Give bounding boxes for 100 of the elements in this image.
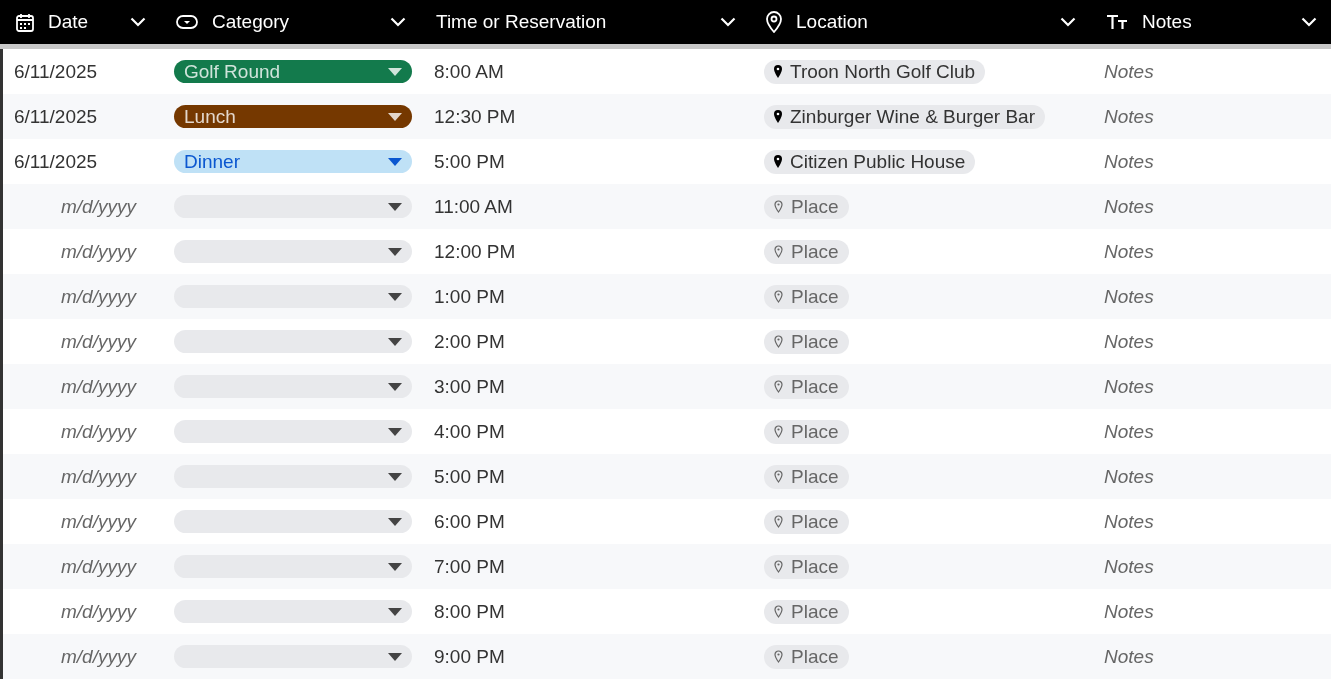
place-placeholder[interactable]: Place [764,374,849,399]
category-dropdown[interactable] [174,420,412,443]
dropdown-caret-icon [388,202,402,211]
notes-placeholder[interactable]: Notes [1104,465,1154,488]
pin-outline-icon [774,335,783,348]
chevron-down-icon[interactable] [720,17,736,27]
pin-icon [774,110,782,123]
place-placeholder[interactable]: Place [764,509,849,534]
dropdown-caret-icon [388,517,402,526]
notes-placeholder[interactable]: Notes [1104,150,1154,173]
pin-outline-icon [774,245,783,258]
column-header[interactable]: Category [212,11,376,33]
notes-placeholder[interactable]: Notes [1104,330,1154,353]
location-chip[interactable]: Troon North Golf Club [764,59,986,84]
notes-placeholder[interactable]: Notes [1104,375,1154,398]
notes-placeholder[interactable]: Notes [1104,105,1154,128]
place-placeholder[interactable]: Place [764,464,849,489]
chevron-down-icon[interactable] [1060,17,1076,27]
time-cell[interactable]: 5:00 PM [434,465,505,488]
column-header[interactable]: Time or Reservation [436,11,706,33]
calendar-icon [16,12,34,32]
category-dropdown[interactable]: Lunch [174,105,412,128]
chevron-down-icon[interactable] [390,17,406,27]
notes-placeholder[interactable]: Notes [1104,645,1154,668]
date-cell[interactable]: 6/11/2025 [14,150,98,173]
date-placeholder[interactable]: m/d/yyyy [14,285,136,308]
location-chip[interactable]: Zinburger Wine & Burger Bar [764,104,1045,129]
pin-outline-icon [774,380,783,393]
pin-outline-icon [774,650,783,663]
time-cell[interactable]: 11:00 AM [434,195,513,218]
time-cell[interactable]: 9:00 PM [434,645,505,668]
pin-outline-icon [774,425,783,438]
date-placeholder[interactable]: m/d/yyyy [14,420,136,443]
time-cell[interactable]: 1:00 PM [434,285,505,308]
category-dropdown[interactable] [174,465,412,488]
pin-icon [774,65,782,78]
date-placeholder[interactable]: m/d/yyyy [14,195,136,218]
category-dropdown[interactable] [174,600,412,623]
date-placeholder[interactable]: m/d/yyyy [14,510,136,533]
place-placeholder[interactable]: Place [764,284,849,309]
chevron-down-icon[interactable] [130,17,146,27]
category-dropdown[interactable] [174,555,412,578]
date-placeholder[interactable]: m/d/yyyy [14,375,136,398]
dropdown-caret-icon [388,607,402,616]
date-placeholder[interactable]: m/d/yyyy [14,600,136,623]
time-cell[interactable]: 5:00 PM [434,150,505,173]
category-dropdown[interactable] [174,645,412,668]
place-placeholder[interactable]: Place [764,194,849,219]
category-dropdown[interactable] [174,330,412,353]
location-chip[interactable]: Citizen Public House [764,149,976,174]
time-cell[interactable]: 8:00 PM [434,600,505,623]
time-cell[interactable]: 3:00 PM [434,375,505,398]
notes-placeholder[interactable]: Notes [1104,420,1154,443]
dropdown-caret-icon [388,337,402,346]
column-header[interactable]: Notes [1142,11,1287,33]
dropdown-caret-icon [388,157,402,166]
notes-placeholder[interactable]: Notes [1104,600,1154,623]
date-placeholder[interactable]: m/d/yyyy [14,645,136,668]
date-cell[interactable]: 6/11/2025 [14,105,98,128]
notes-placeholder[interactable]: Notes [1104,555,1154,578]
pin-outline-icon [774,290,783,303]
time-cell[interactable]: 6:00 PM [434,510,505,533]
time-cell[interactable]: 12:30 PM [434,105,516,128]
place-placeholder[interactable]: Place [764,419,849,444]
notes-placeholder[interactable]: Notes [1104,240,1154,263]
notes-placeholder[interactable]: Notes [1104,510,1154,533]
place-placeholder[interactable]: Place [764,644,849,669]
place-placeholder[interactable]: Place [764,239,849,264]
dropdown-caret-icon [388,562,402,571]
time-cell[interactable]: 7:00 PM [434,555,505,578]
time-cell[interactable]: 12:00 PM [434,240,516,263]
notes-placeholder[interactable]: Notes [1104,285,1154,308]
dropdown-chip-icon [176,15,198,29]
pin-outline-icon [774,560,783,573]
category-dropdown[interactable]: Dinner [174,150,412,173]
date-placeholder[interactable]: m/d/yyyy [14,240,136,263]
category-dropdown[interactable] [174,240,412,263]
column-header[interactable]: Date [48,11,116,33]
category-dropdown[interactable] [174,375,412,398]
date-placeholder[interactable]: m/d/yyyy [14,555,136,578]
time-cell[interactable]: 4:00 PM [434,420,505,443]
category-dropdown[interactable] [174,510,412,533]
date-placeholder[interactable]: m/d/yyyy [14,330,136,353]
column-header[interactable]: Location [796,11,1046,33]
pin-outline-icon [774,470,783,483]
dropdown-caret-icon [388,427,402,436]
time-cell[interactable]: 2:00 PM [434,330,505,353]
place-placeholder[interactable]: Place [764,599,849,624]
place-placeholder[interactable]: Place [764,329,849,354]
time-cell[interactable]: 8:00 AM [434,60,504,83]
chevron-down-icon[interactable] [1301,17,1317,27]
notes-placeholder[interactable]: Notes [1104,60,1154,83]
place-placeholder[interactable]: Place [764,554,849,579]
date-cell[interactable]: 6/11/2025 [14,60,98,83]
category-dropdown[interactable]: Golf Round [174,60,412,83]
notes-placeholder[interactable]: Notes [1104,195,1154,218]
dropdown-caret-icon [388,472,402,481]
category-dropdown[interactable] [174,285,412,308]
category-dropdown[interactable] [174,195,412,218]
date-placeholder[interactable]: m/d/yyyy [14,465,136,488]
